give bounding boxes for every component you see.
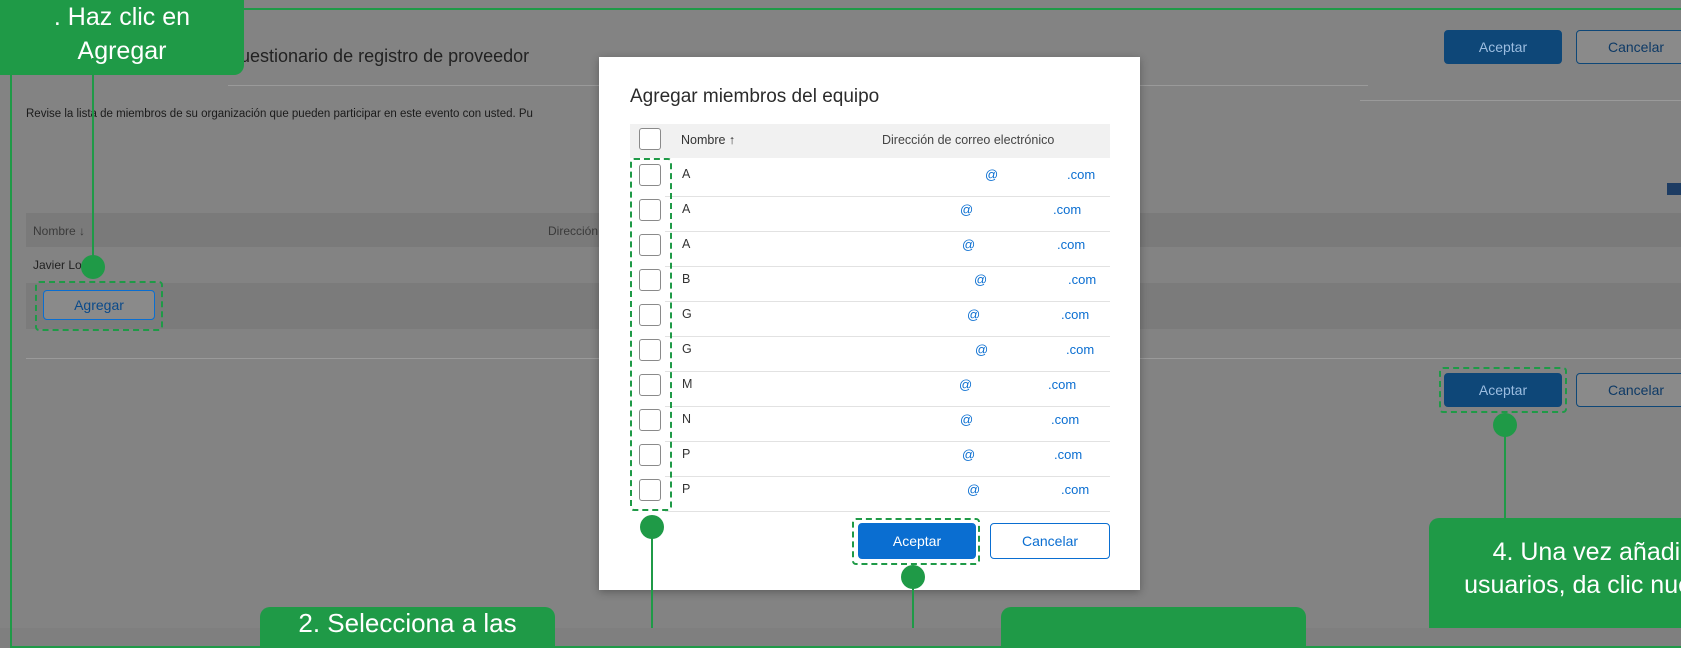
highlight-dialog-accept [852,518,980,565]
member-name: N [682,412,692,426]
member-email-domain: .com [1061,482,1090,497]
row-divider [665,476,1110,477]
callout-step-1: . Haz clic en Agregar [0,0,244,75]
row-divider [665,301,1110,302]
highlight-bottom-accept [1439,367,1567,413]
member-email-at: @ [985,167,999,182]
member-email-domain: .com [1066,342,1095,357]
select-all-checkbox[interactable] [639,128,661,150]
member-email-domain: .com [1054,447,1083,462]
page-description: Revise la lista de miembros de su organi… [26,108,533,120]
dialog-cancel-button[interactable]: Cancelar [990,523,1110,559]
member-email-at: @ [974,272,988,287]
member-email-at: @ [960,412,974,427]
divider [1360,100,1681,101]
row-divider [665,196,1110,197]
member-name: A [682,237,691,251]
member-name: M [682,377,693,391]
callout-step-4: 4. Una vez añadidos los usuarios, da cli… [1429,518,1681,628]
grid-view-icon[interactable] [1667,183,1681,195]
row-divider [665,231,1110,232]
page-title: uestionario de registro de proveedor [240,46,530,66]
row-divider [665,441,1110,442]
member-name: G [682,307,692,321]
member-email-at: @ [962,237,976,252]
member-name: B [682,272,691,286]
row-divider [665,266,1110,267]
member-email-at: @ [959,377,973,392]
connector-dot [81,255,105,279]
callout-step-2-text: 2. Selecciona a las [298,608,517,638]
connector-line [92,58,94,266]
member-email-at: @ [975,342,989,357]
member-email-domain: .com [1057,237,1086,252]
dialog-title: Agregar miembros del equipo [630,86,880,107]
connector-line [912,585,914,628]
row-divider [665,371,1110,372]
top-cancel-button[interactable]: Cancelar [1576,30,1681,64]
bottom-cancel-button[interactable]: Cancelar [1576,373,1681,407]
top-accept-button[interactable]: Aceptar [1444,30,1562,64]
row-divider [665,511,1110,512]
member-name: A [682,167,691,181]
row-divider [665,336,1110,337]
member-email-domain: .com [1053,202,1082,217]
member-name: P [682,447,691,461]
member-name: A [682,202,691,216]
member-email-domain: .com [1067,167,1096,182]
member-email-domain: .com [1068,272,1097,287]
highlight-checkboxes [630,158,672,511]
dialog-column-nombre[interactable]: Nombre ↑ [681,133,735,147]
member-email-domain: .com [1061,307,1090,322]
member-name: G [682,342,692,356]
member-email-domain: .com [1048,377,1077,392]
row-divider [665,406,1110,407]
callout-step-2: 2. Selecciona a las [260,607,555,647]
callout-step-4-text: 4. Una vez añadidos los usuarios, da cli… [1464,538,1681,599]
member-email-at: @ [967,307,981,322]
callout-step-1-text: . Haz clic en Agregar [53,3,191,65]
member-email-at: @ [967,482,981,497]
dialog-column-direccion[interactable]: Dirección de correo electrónico [882,133,1054,147]
member-email-at: @ [960,202,974,217]
member-email-at: @ [962,447,976,462]
connector-line [651,535,653,628]
connector-line [1504,433,1506,519]
highlight-add-button [35,281,163,331]
member-email-domain: .com [1051,412,1080,427]
column-header-nombre[interactable]: Nombre ↓ [33,224,85,238]
member-name: P [682,482,691,496]
callout-step-3 [1001,607,1306,647]
